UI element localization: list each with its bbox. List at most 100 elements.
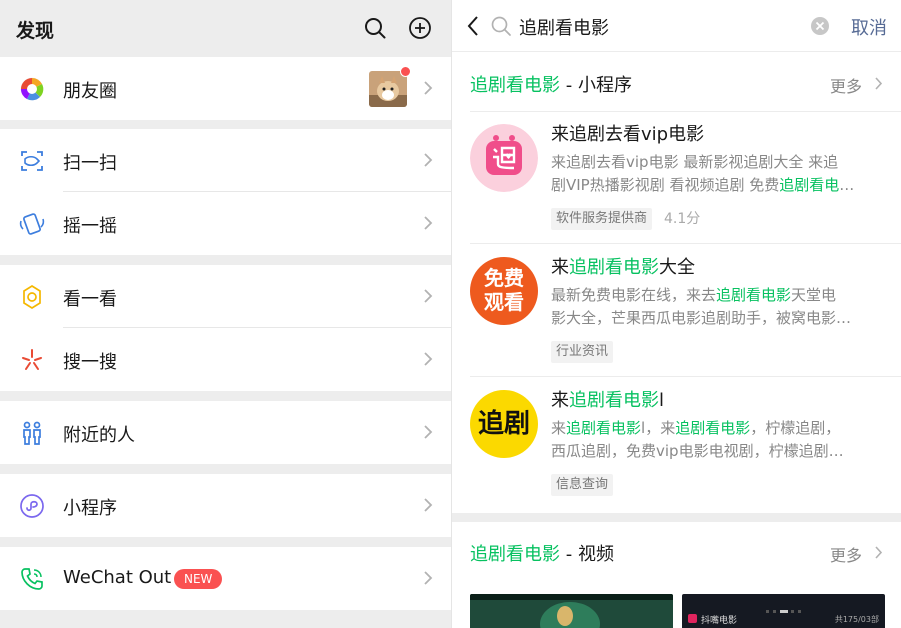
group-moments: 朋友圈 bbox=[0, 57, 451, 120]
category-tag: 信息查询 bbox=[551, 474, 614, 496]
section-title-suffix: - 小程序 bbox=[560, 75, 632, 96]
plus-circle-icon[interactable] bbox=[408, 16, 432, 40]
desc-highlight: 追剧看电影 bbox=[716, 286, 792, 304]
section-keyword: 追剧看电影 bbox=[470, 75, 560, 96]
search-input[interactable]: 追剧看电影 bbox=[519, 14, 609, 40]
menu-item-top-stories[interactable]: 看一看 bbox=[0, 265, 451, 328]
group-nearby: 附近的人 bbox=[0, 401, 451, 464]
result-title-highlight: 追剧看电影 bbox=[569, 257, 659, 278]
rating: 4.1分 bbox=[664, 211, 701, 227]
moments-thumbnail bbox=[369, 71, 407, 107]
logo-text-line: 观看 bbox=[484, 290, 524, 314]
menu-label: 看一看 bbox=[63, 289, 117, 310]
menu-label: 摇一摇 bbox=[63, 216, 117, 237]
clear-icon[interactable] bbox=[810, 16, 830, 36]
app-icon bbox=[688, 614, 697, 623]
menu-item-shake[interactable]: 摇一摇 bbox=[0, 192, 451, 255]
page-title: 发现 bbox=[16, 20, 55, 42]
new-badge: NEW bbox=[174, 569, 223, 589]
more-link[interactable]: 更多 bbox=[830, 73, 862, 97]
result-logo-pink bbox=[470, 124, 538, 192]
result-description: 来追剧看电影l，来追剧看电影，柠檬追剧， 西瓜追剧，免费vip电影电视剧，柠檬追… bbox=[551, 417, 887, 463]
more-link[interactable]: 更多 bbox=[830, 542, 862, 566]
group-stories-search: 看一看 搜一搜 bbox=[0, 265, 451, 391]
search-bar: 追剧看电影 取消 bbox=[452, 0, 901, 52]
video-source-label: 抖嘴电影 bbox=[701, 616, 738, 626]
result-item[interactable]: 来追剧去看vip电影 来追剧去看vip电影 最新影视追剧大全 来追 剧VIP热播… bbox=[452, 112, 901, 244]
menu-label: 扫一扫 bbox=[63, 153, 117, 174]
mini-program-icon bbox=[20, 494, 44, 518]
menu-label: 朋友圈 bbox=[63, 81, 117, 102]
result-title-highlight: 追剧看电影 bbox=[569, 390, 659, 411]
search-icon[interactable] bbox=[363, 16, 387, 40]
moments-icon bbox=[20, 77, 44, 101]
result-item[interactable]: 追剧 来追剧看电影l 来追剧看电影l，来追剧看电影，柠檬追剧， 西瓜追剧，免费v… bbox=[452, 378, 901, 510]
desc-highlight: 追剧看电影 bbox=[566, 419, 642, 437]
discover-header: 发现 bbox=[0, 0, 451, 57]
menu-label: WeChat Out bbox=[63, 567, 172, 588]
chevron-right-icon bbox=[424, 498, 433, 512]
desc-text: 西瓜追剧，免费vip电影电视剧，柠檬追剧… bbox=[551, 442, 844, 460]
desc-highlight: 追剧看电 bbox=[779, 176, 840, 194]
chevron-right-icon bbox=[424, 289, 433, 303]
menu-item-moments[interactable]: 朋友圈 bbox=[0, 57, 451, 120]
result-logo-orange: 免费 观看 bbox=[470, 257, 538, 325]
discover-panel: 发现 朋友圈 扫一扫 摇一摇 看一看 搜一搜 附近的人 小程序 WeChat O… bbox=[0, 0, 451, 628]
chevron-right-icon bbox=[424, 425, 433, 439]
video-section-header: 追剧看电影 - 视频 更多 bbox=[452, 522, 901, 580]
menu-item-mini-programs[interactable]: 小程序 bbox=[0, 474, 451, 537]
desc-text: 最新免费电影在线，来去 bbox=[551, 286, 717, 304]
result-description: 最新免费电影在线，来去追剧看电影天堂电 影大全，芒果西瓜电影追剧助手，被窝电影… bbox=[551, 284, 887, 330]
result-item[interactable]: 免费 观看 来追剧看电影大全 最新免费电影在线，来去追剧看电影天堂电 影大全，芒果… bbox=[452, 245, 901, 377]
logo-text: 追剧 bbox=[477, 409, 530, 439]
divider bbox=[470, 376, 901, 377]
chevron-right-icon bbox=[875, 77, 883, 90]
chevron-right-icon bbox=[424, 81, 433, 95]
chevron-right-icon bbox=[424, 571, 433, 585]
phone-icon bbox=[21, 568, 43, 590]
menu-item-search[interactable]: 搜一搜 bbox=[0, 328, 451, 391]
group-scan-shake: 扫一扫 摇一摇 bbox=[0, 129, 451, 255]
search-results-panel: 追剧看电影 取消 追剧看电影 - 小程序 更多 来追剧去看vip电影 来追剧去看… bbox=[451, 0, 901, 628]
search-sparkle-icon bbox=[22, 349, 42, 370]
desc-text: 天堂电 bbox=[791, 286, 837, 304]
result-title: 来追剧看电影大全 bbox=[551, 253, 695, 279]
cancel-button[interactable]: 取消 bbox=[851, 14, 887, 40]
section-title: 追剧看电影 - 视频 bbox=[470, 540, 614, 566]
logo-text: 免费 观看 bbox=[470, 266, 538, 314]
video-thumbnail[interactable] bbox=[470, 594, 673, 628]
people-nearby-icon bbox=[23, 421, 41, 445]
carousel-dots bbox=[766, 598, 802, 613]
search-icon bbox=[491, 16, 511, 36]
desc-text: 来追剧去看vip电影 最新影视追剧大全 来追 bbox=[551, 153, 839, 171]
result-title-text: 来 bbox=[551, 390, 569, 411]
unread-dot bbox=[400, 66, 411, 77]
video-thumbnail[interactable]: 抖嘴电影 共175/03部 bbox=[682, 594, 885, 628]
desc-text: 剧VIP热播影视剧 看视频追剧 免费 bbox=[551, 176, 780, 194]
mini-program-section-header: 追剧看电影 - 小程序 更多 bbox=[452, 53, 901, 111]
chevron-right-icon bbox=[875, 546, 883, 559]
menu-label: 小程序 bbox=[63, 498, 117, 519]
desc-line: 来追剧去看vip电影 最新影视追剧大全 来追 bbox=[551, 151, 887, 174]
category-tag: 软件服务提供商 bbox=[551, 208, 653, 230]
result-title-text: 来 bbox=[551, 257, 569, 278]
desc-text: l，来 bbox=[641, 419, 676, 437]
menu-label: 附近的人 bbox=[63, 425, 135, 446]
desc-text: 来 bbox=[551, 419, 567, 437]
chevron-right-icon bbox=[424, 216, 433, 230]
desc-line: 剧VIP热播影视剧 看视频追剧 免费追剧看电… bbox=[551, 174, 887, 197]
desc-line: 来追剧看电影l，来追剧看电影，柠檬追剧， bbox=[551, 417, 887, 440]
group-wechat-out: WeChat Out NEW bbox=[0, 547, 451, 610]
desc-highlight: 追剧看电影 bbox=[675, 419, 751, 437]
desc-text: ，柠檬追剧， bbox=[750, 419, 841, 437]
back-arrow-icon[interactable] bbox=[466, 14, 480, 38]
menu-item-wechat-out[interactable]: WeChat Out NEW bbox=[0, 547, 451, 610]
menu-item-scan[interactable]: 扫一扫 bbox=[0, 129, 451, 192]
result-description: 来追剧去看vip电影 最新影视追剧大全 来追 剧VIP热播影视剧 看视频追剧 免… bbox=[551, 151, 887, 197]
category-tag: 行业资讯 bbox=[551, 341, 614, 363]
menu-item-people-nearby[interactable]: 附近的人 bbox=[0, 401, 451, 464]
result-title: 来追剧去看vip电影 bbox=[551, 120, 704, 146]
chevron-right-icon bbox=[424, 153, 433, 167]
section-title: 追剧看电影 - 小程序 bbox=[470, 71, 632, 97]
logo-text-line: 免费 bbox=[484, 266, 524, 290]
